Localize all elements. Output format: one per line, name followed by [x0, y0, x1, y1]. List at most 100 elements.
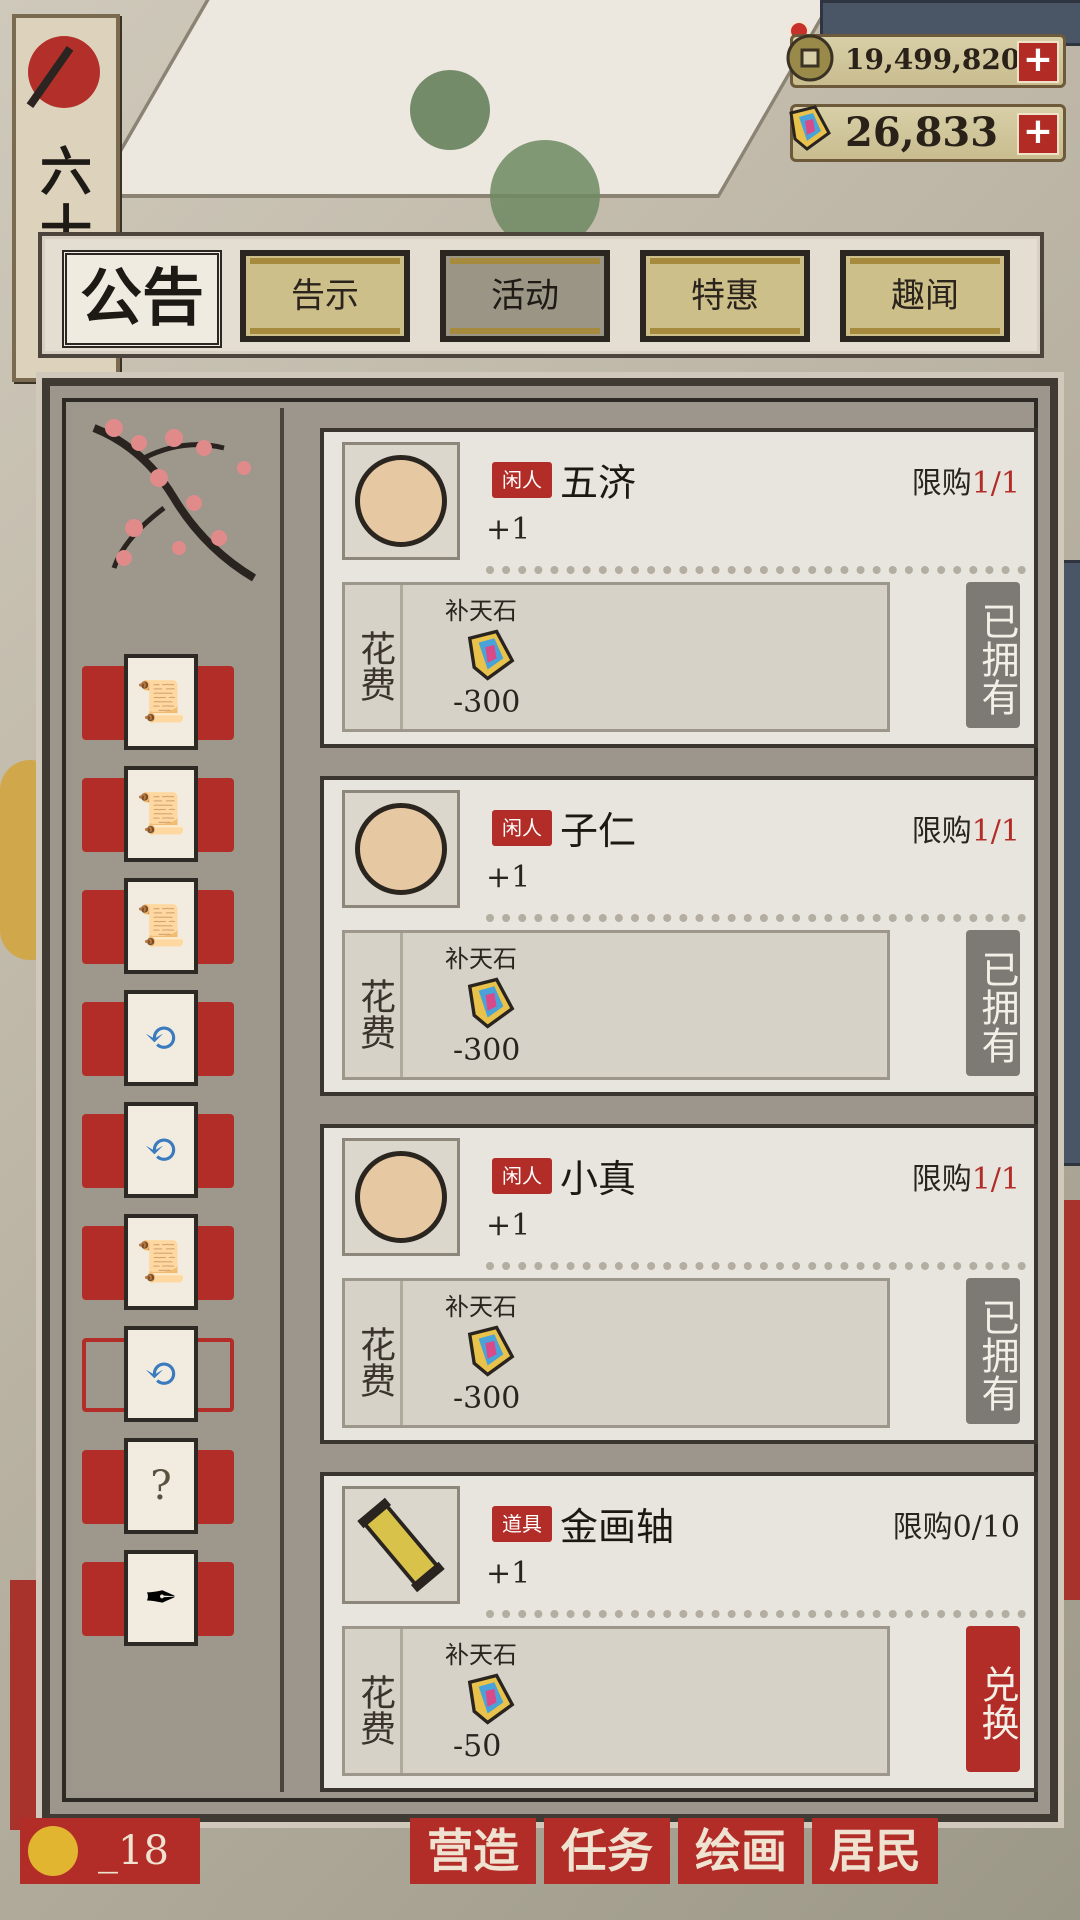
cost-box: 花费 补天石 -300: [342, 930, 890, 1080]
category-sidebar[interactable]: 📜 📜 📜 ⟲ ⟲ 📜 ⟲ ? ✒: [72, 408, 284, 1792]
gem-counter: 26,833 +: [789, 104, 1066, 162]
cost-currency-name: 补天石: [445, 945, 517, 973]
add-gems-button[interactable]: +: [1017, 113, 1059, 155]
golden-scroll-icon: [357, 1497, 445, 1593]
cost-value: -300: [453, 1033, 521, 1068]
gem-icon: [467, 1673, 515, 1725]
category-button[interactable]: 📜: [72, 878, 242, 974]
tree: [410, 70, 490, 150]
coin-icon: [786, 34, 834, 82]
avatar: [342, 442, 460, 560]
category-button[interactable]: 📜: [72, 766, 242, 862]
add-coins-button[interactable]: +: [1017, 41, 1059, 83]
category-button[interactable]: ⟲: [72, 990, 242, 1086]
paint-button[interactable]: 绘画: [678, 1818, 804, 1884]
exchange-button[interactable]: 兑换: [966, 1626, 1020, 1772]
gem-icon: [789, 105, 831, 151]
category-button[interactable]: 📜: [72, 654, 242, 750]
build-button[interactable]: 营造: [410, 1818, 536, 1884]
cost-value: -300: [453, 685, 521, 720]
cost-label: 花费: [345, 585, 403, 729]
owned-button[interactable]: 已拥有: [966, 930, 1020, 1076]
cost-value: -50: [453, 1729, 502, 1764]
tab-news[interactable]: 趣闻: [840, 250, 1010, 342]
gem-icon: [467, 977, 515, 1029]
resident-portrait-icon: [355, 803, 447, 895]
player-avatar-icon: [28, 1826, 78, 1876]
owned-button[interactable]: 已拥有: [966, 1278, 1020, 1424]
category-button-selected[interactable]: ⟲: [72, 1326, 242, 1422]
announcement-header: 公告 告示 活动 特惠 趣闻: [38, 232, 1044, 358]
scroll-quill-icon: ✒: [124, 1550, 198, 1646]
shop-item: 闲人 子仁 限购1/1 +1 花费 补天石 -300 已拥有: [320, 776, 1038, 1096]
brush-scroll-icon: 📜: [124, 1214, 198, 1310]
tab-specials[interactable]: 特惠: [640, 250, 810, 342]
item-name: 金画轴: [560, 1505, 675, 1549]
coin-counter: 19,499,820 +: [786, 34, 1066, 88]
item-quantity: +1: [486, 1208, 531, 1243]
item-name: 小真: [560, 1157, 637, 1201]
cost-box: 花费 补天石 -300: [342, 1278, 890, 1428]
cost-box: 花费 补天石 -50: [342, 1626, 890, 1776]
brush-scroll-icon: 📜: [124, 878, 198, 974]
gem-icon: [467, 629, 515, 681]
refresh-arrows-icon: ⟲: [124, 1326, 198, 1422]
cost-currency-name: 补天石: [445, 1293, 517, 1321]
avatar: [342, 790, 460, 908]
page-title: 公告: [62, 250, 222, 348]
refresh-arrows-icon: ⟲: [124, 1102, 198, 1198]
item-tag: 道具: [492, 1506, 552, 1542]
tab-events[interactable]: 活动: [440, 250, 610, 342]
player-level[interactable]: _18: [20, 1818, 200, 1884]
purchase-limit: 限购0/10: [892, 1510, 1020, 1545]
cost-value: -300: [453, 1381, 521, 1416]
purchase-limit: 限购1/1: [911, 1162, 1020, 1197]
shop-item: 闲人 五济 限购1/1 +1 花费 补天石 -300 已拥有: [320, 428, 1038, 748]
brush-scroll-icon: 📜: [124, 766, 198, 862]
refresh-arrows-icon: ⟲: [124, 990, 198, 1086]
cost-label: 花费: [345, 933, 403, 1077]
category-button[interactable]: 📜: [72, 1214, 242, 1310]
shop-item: 闲人 小真 限购1/1 +1 花费 补天石 -300 已拥有: [320, 1124, 1038, 1444]
coin-value: 19,499,820: [845, 43, 1021, 76]
resident-portrait-icon: [355, 455, 447, 547]
purchase-limit: 限购1/1: [911, 814, 1020, 849]
dotted-divider: [486, 914, 1026, 922]
avatar: [342, 1138, 460, 1256]
item-quantity: +1: [486, 860, 531, 895]
item-name: 五济: [560, 461, 637, 505]
item-quantity: +1: [486, 1556, 531, 1591]
gem-value: 26,833: [845, 109, 999, 156]
brush-scroll-icon: 📜: [124, 654, 198, 750]
dotted-divider: [486, 566, 1026, 574]
item-tag: 闲人: [492, 462, 552, 498]
cost-currency-name: 补天石: [445, 597, 517, 625]
cost-box: 花费 补天石 -300: [342, 582, 890, 732]
item-name: 子仁: [560, 809, 637, 853]
tab-notices[interactable]: 告示: [240, 250, 410, 342]
shop-item: 道具 金画轴 限购0/10 +1 花费 补天石 -50 兑换: [320, 1472, 1038, 1792]
dotted-divider: [486, 1262, 1026, 1270]
category-button[interactable]: ✒: [72, 1550, 242, 1646]
level-value: _18: [98, 1828, 169, 1874]
resident-portrait-icon: [355, 1151, 447, 1243]
cost-label: 花费: [345, 1629, 403, 1773]
plum-blossom-decoration: [92, 419, 257, 582]
item-quantity: +1: [486, 512, 531, 547]
category-button[interactable]: ?: [72, 1438, 242, 1534]
shop-panel: 📜 📜 📜 ⟲ ⟲ 📜 ⟲ ? ✒ 闲人 五济 限购1/1 +1 花费 补天石 …: [42, 378, 1058, 1822]
mystery-bag-icon: ?: [124, 1438, 198, 1534]
avatar: [342, 1486, 460, 1604]
category-button[interactable]: ⟲: [72, 1102, 242, 1198]
quest-button[interactable]: 任务: [544, 1818, 670, 1884]
owned-button[interactable]: 已拥有: [966, 582, 1020, 728]
item-tag: 闲人: [492, 810, 552, 846]
bottom-bar: _18 营造 任务 绘画 居民: [0, 1810, 1080, 1920]
cost-currency-name: 补天石: [445, 1641, 517, 1669]
residents-button[interactable]: 居民: [812, 1818, 938, 1884]
item-tag: 闲人: [492, 1158, 552, 1194]
dotted-divider: [486, 1610, 1026, 1618]
purchase-limit: 限购1/1: [911, 466, 1020, 501]
gem-icon: [467, 1325, 515, 1377]
cost-label: 花费: [345, 1281, 403, 1425]
